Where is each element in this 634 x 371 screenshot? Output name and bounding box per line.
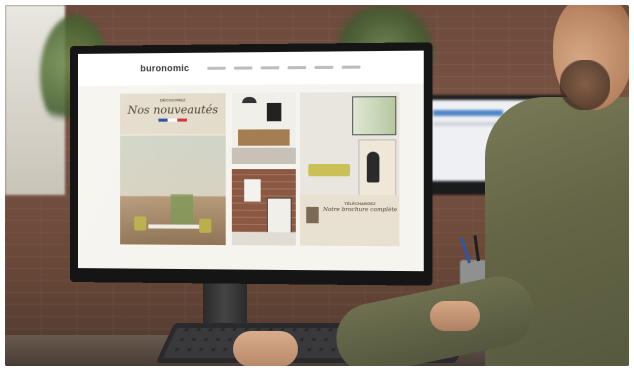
site-header: buronomic	[77, 50, 424, 86]
cabinet	[238, 129, 290, 146]
nav-item[interactable]	[233, 66, 253, 70]
site-nav	[207, 65, 361, 70]
nav-item[interactable]	[314, 65, 334, 70]
drawer-unit	[266, 197, 292, 235]
product-tile-cabinet[interactable]	[231, 92, 296, 164]
monitor: buronomic DÉCOUVREZ Nos nouveautés TÉLÉC…	[70, 42, 433, 286]
nav-item[interactable]	[287, 66, 307, 70]
seated-person	[366, 151, 380, 183]
floor	[231, 147, 296, 164]
office-photo: buronomic DÉCOUVREZ Nos nouveautés TÉLÉC…	[5, 5, 629, 366]
hero-kicker: DÉCOUVREZ	[159, 97, 186, 103]
person-hand-right	[430, 301, 480, 331]
brochure-icon	[306, 206, 319, 224]
stools	[308, 164, 351, 177]
plant-shelf	[170, 194, 194, 225]
wall-art	[266, 102, 282, 122]
site-logo[interactable]: buronomic	[140, 63, 189, 73]
chair	[134, 216, 147, 231]
hero-tile[interactable]: DÉCOUVREZ Nos nouveautés	[120, 93, 226, 246]
person-hand-left	[233, 331, 298, 366]
person-beard	[560, 60, 610, 110]
hero-title: Nos nouveautés	[127, 103, 219, 117]
brochure-tile[interactable]: TÉLÉCHARGEZ Notre brochure complète	[299, 194, 400, 247]
product-tile-drawers[interactable]	[231, 169, 296, 246]
brochure-title: Notre brochure complète	[322, 206, 398, 214]
brochure-kicker: TÉLÉCHARGEZ	[344, 200, 376, 207]
nav-item[interactable]	[341, 65, 361, 69]
nav-item[interactable]	[207, 66, 226, 70]
room-desk	[148, 224, 200, 229]
hero-room-image	[120, 135, 226, 246]
person	[329, 5, 629, 366]
picture-frame	[244, 179, 261, 202]
room-window	[352, 96, 397, 136]
lamp-icon	[242, 96, 257, 104]
monitor-screen: buronomic DÉCOUVREZ Nos nouveautés TÉLÉC…	[77, 50, 424, 272]
nav-item[interactable]	[260, 66, 280, 70]
chair	[199, 218, 212, 233]
french-flag-icon	[158, 118, 187, 122]
floor	[231, 231, 296, 246]
